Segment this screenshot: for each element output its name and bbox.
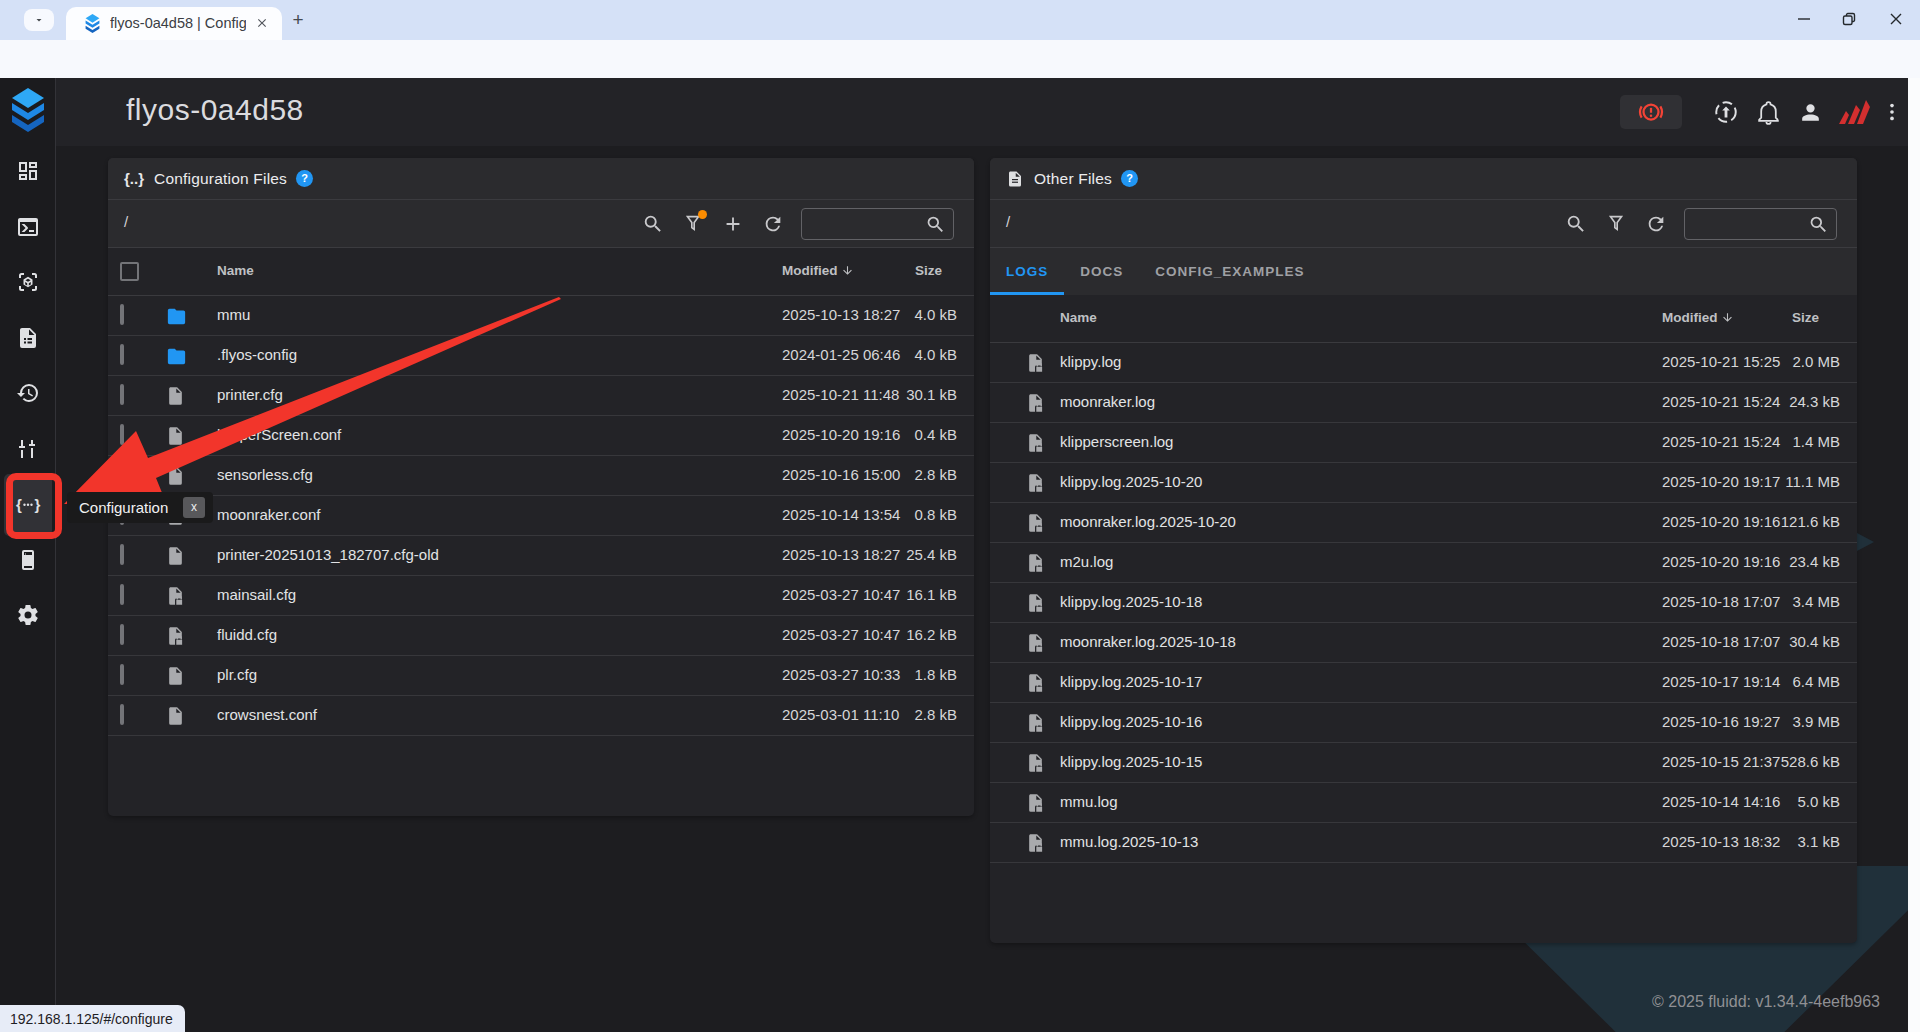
fluidd-app: flyos-0a4d58 — [0, 78, 1908, 1032]
browser-toolbar: Not secure 192.168.1.125/?printer=24282e… — [0, 40, 1920, 78]
window-minimize-button[interactable] — [1795, 10, 1813, 28]
tab-close-icon[interactable] — [255, 16, 269, 30]
browser-tab[interactable]: flyos-0a4d58 | Configuration — [66, 7, 282, 40]
browser-chrome: flyos-0a4d58 | Configuration + Not secur… — [0, 0, 1920, 78]
new-tab-button[interactable]: + — [288, 10, 308, 30]
chevron-down-icon — [33, 14, 45, 26]
tab-strip: flyos-0a4d58 | Configuration + — [0, 0, 1920, 40]
window-close-button[interactable] — [1887, 10, 1905, 28]
tab-search-button[interactable] — [24, 9, 54, 31]
status-bar: 192.168.1.125/#/configure — [0, 1005, 185, 1032]
annotation-arrow — [0, 78, 1908, 1032]
tooltip-close-button[interactable]: x — [183, 497, 205, 518]
annotation-rectangle — [6, 473, 62, 539]
tooltip-label: Configuration — [79, 499, 168, 516]
tab-title: flyos-0a4d58 | Configuration — [110, 15, 246, 31]
configuration-tooltip: Configuration x — [67, 492, 213, 523]
page-scrollbar[interactable] — [1908, 78, 1920, 1032]
window-restore-button[interactable] — [1840, 10, 1858, 28]
fluidd-favicon — [83, 14, 102, 33]
